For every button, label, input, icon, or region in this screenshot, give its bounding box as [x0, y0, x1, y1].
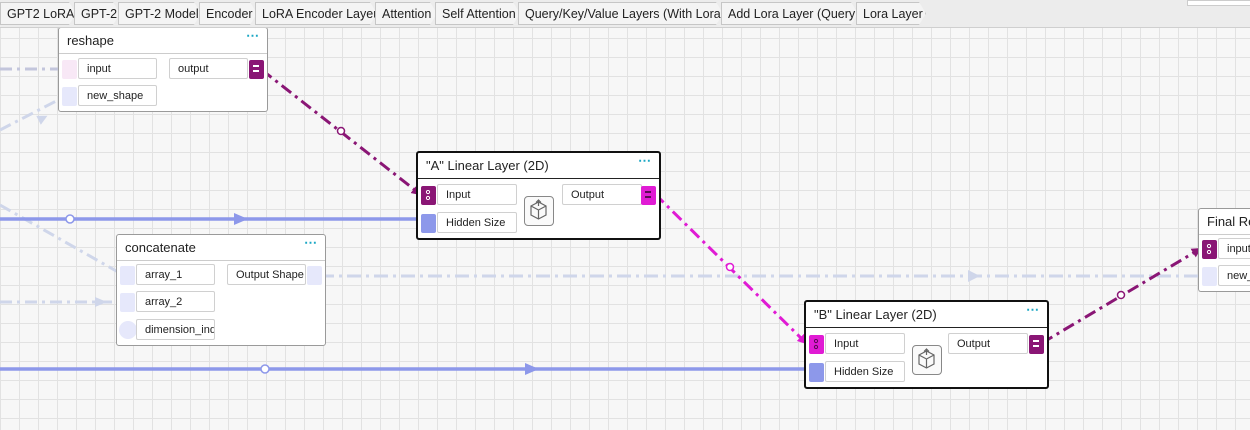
a-linear-layer-node[interactable]: "A" Linear Layer (2D) ⋯ Input Hidden Siz…: [416, 151, 661, 240]
more-options-icon[interactable]: ⋯: [638, 153, 652, 169]
node-title: Final Re: [1199, 209, 1250, 235]
input-socket[interactable]: [62, 60, 77, 79]
final-reshape-node[interactable]: Final Re input new_s: [1198, 208, 1250, 292]
input-socket[interactable]: [62, 87, 77, 106]
concatenate-node[interactable]: concatenate ⋯ array_1 array_2 dimension_…: [116, 234, 326, 346]
node-title: "B" Linear Layer (2D): [806, 302, 1047, 328]
input-socket[interactable]: [119, 321, 137, 339]
tensor-icon: [1206, 244, 1212, 254]
port-output: Output: [948, 333, 1028, 354]
breadcrumb-item[interactable]: Attention: [375, 2, 437, 25]
more-options-icon[interactable]: ⋯: [304, 235, 318, 251]
tensor-icon: [425, 190, 431, 200]
port-output: Output: [562, 184, 642, 205]
node-title: reshape: [59, 28, 267, 54]
toolbar-remnant: [1187, 0, 1250, 6]
breadcrumb-item[interactable]: Add Lora Layer (Query): [721, 2, 858, 25]
wire-faint: [0, 203, 119, 274]
port-input: input: [1218, 238, 1250, 259]
port-dimension-index: dimension_inde: [136, 319, 215, 340]
breadcrumb-item[interactable]: Self Attention: [435, 2, 520, 25]
port-hidden-size: Hidden Size: [825, 361, 905, 382]
breadcrumb-item[interactable]: GPT2 LoRA: [0, 2, 76, 25]
linear-layer-icon: [912, 345, 942, 375]
breadcrumb-item[interactable]: GPT-2 Model: [118, 2, 201, 25]
breadcrumb: GPT2 LoRA GPT-2 GPT-2 Model Encoder LoRA…: [0, 0, 1250, 28]
node-title: "A" Linear Layer (2D): [418, 153, 659, 179]
more-options-icon[interactable]: ⋯: [1026, 302, 1040, 318]
tensor-icon: [1033, 340, 1039, 347]
tensor-icon: [813, 339, 819, 349]
tensor-icon: [645, 191, 651, 198]
node-title: concatenate: [117, 235, 325, 261]
more-options-icon[interactable]: ⋯: [246, 28, 260, 44]
breadcrumb-item[interactable]: Lora Layer: [856, 2, 926, 25]
output-socket[interactable]: [307, 266, 322, 285]
port-input: Input: [825, 333, 905, 354]
port-array-1: array_1: [136, 264, 215, 285]
input-socket[interactable]: [809, 335, 824, 354]
port-hidden-size: Hidden Size: [437, 212, 517, 233]
port-output-shape: Output Shape: [227, 264, 306, 285]
breadcrumb-item[interactable]: GPT-2: [74, 2, 120, 25]
port-new-shape: new_shape: [78, 85, 157, 106]
breadcrumb-item[interactable]: Encoder: [199, 2, 257, 25]
input-socket[interactable]: [120, 293, 135, 312]
input-socket[interactable]: [421, 214, 436, 233]
breadcrumb-item[interactable]: LoRA Encoder Layer: [255, 2, 377, 25]
input-socket[interactable]: [1202, 267, 1217, 286]
input-socket[interactable]: [809, 363, 824, 382]
port-array-2: array_2: [136, 291, 215, 312]
breadcrumb-item[interactable]: Query/Key/Value Layers (With Lora): [518, 2, 723, 25]
input-socket[interactable]: [120, 266, 135, 285]
linear-layer-icon: [524, 196, 554, 226]
b-linear-layer-node[interactable]: "B" Linear Layer (2D) ⋯ Input Hidden Siz…: [804, 300, 1049, 389]
port-input: input: [78, 58, 157, 79]
output-socket[interactable]: [249, 60, 264, 79]
tensor-icon: [253, 65, 259, 72]
wire-faint: [0, 96, 63, 132]
input-socket[interactable]: [1202, 240, 1217, 259]
port-new-shape: new_s: [1218, 265, 1250, 286]
output-socket[interactable]: [1029, 335, 1044, 354]
reshape-node[interactable]: reshape ⋯ input new_shape output: [58, 27, 268, 112]
output-socket[interactable]: [641, 186, 656, 205]
port-output: output: [169, 58, 248, 79]
input-socket[interactable]: [421, 186, 436, 205]
port-input: Input: [437, 184, 517, 205]
